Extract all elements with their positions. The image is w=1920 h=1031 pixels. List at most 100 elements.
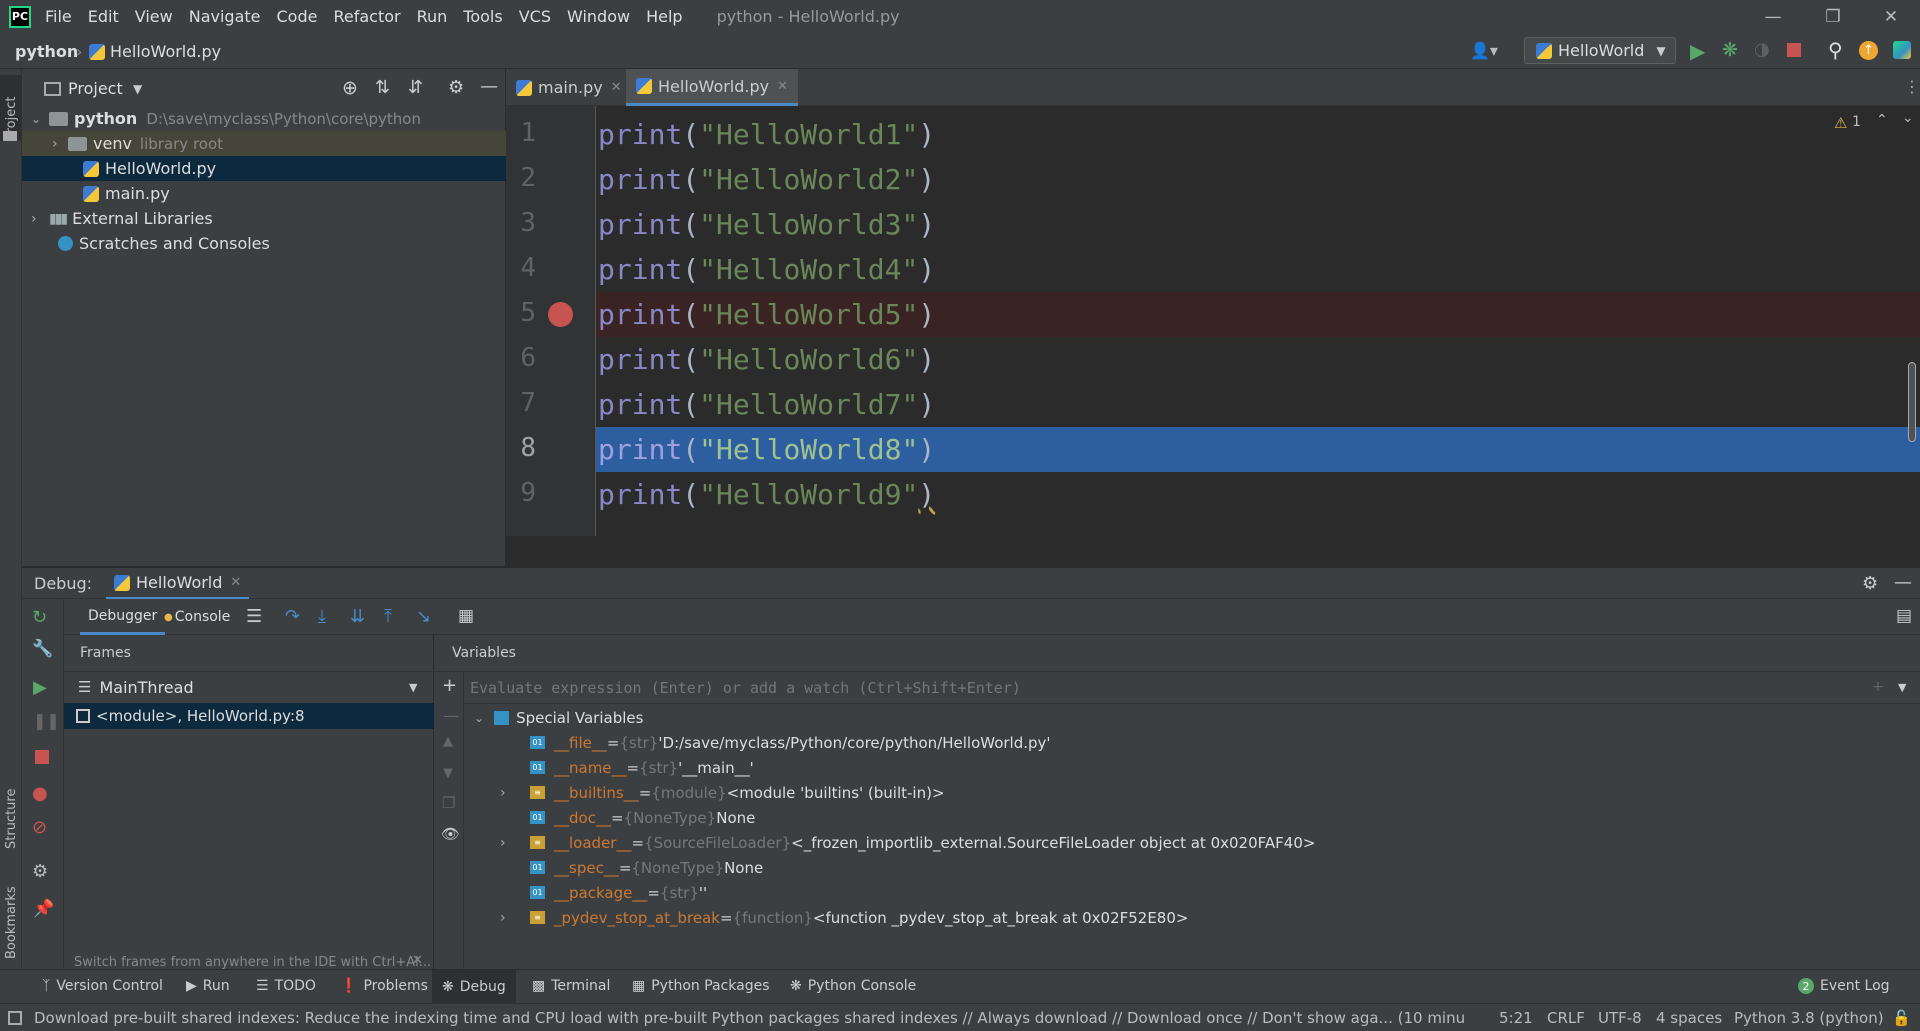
code-editor[interactable]: 123456789 print("HelloWorld1") print("Hel… xyxy=(506,106,1920,536)
menu-code[interactable]: Code xyxy=(277,7,318,26)
variable-row[interactable]: 01 __name__ = {str} '__main__' xyxy=(434,755,1920,780)
menu-refactor[interactable]: Refactor xyxy=(333,7,400,26)
editor-scrollbar[interactable] xyxy=(1908,116,1916,536)
line-number[interactable]: 2 xyxy=(506,163,536,193)
step-into-my-code-icon[interactable]: ⇊ xyxy=(350,606,365,627)
line-number[interactable]: 7 xyxy=(506,388,536,418)
code-line[interactable]: print("HelloWorld6") xyxy=(596,337,1920,382)
tree-row-venv[interactable]: › venv library root xyxy=(22,131,506,156)
hide-icon[interactable]: — xyxy=(1894,572,1912,593)
line-number[interactable]: 1 xyxy=(506,118,536,148)
resume-icon[interactable]: ▶ xyxy=(33,677,47,698)
chevron-right-icon[interactable]: › xyxy=(500,785,520,801)
tree-row-main[interactable]: main.py xyxy=(22,181,506,206)
close-icon[interactable]: ✕ xyxy=(611,80,622,95)
toolbox-icon[interactable] xyxy=(1893,41,1911,59)
variable-row[interactable]: › ≡ __loader__ = {SourceFileLoader} <_froz… xyxy=(434,830,1920,855)
close-window-icon[interactable]: ✕ xyxy=(1862,0,1920,33)
variable-row[interactable]: › ≡ __builtins__ = {module} <module 'built… xyxy=(434,780,1920,805)
chevron-right-icon[interactable]: › xyxy=(500,910,520,926)
coverage-icon[interactable]: ◑ xyxy=(1754,39,1770,60)
tab-helloworld-py[interactable]: HelloWorld.py ✕ xyxy=(626,69,799,106)
step-over-icon[interactable]: ↷ xyxy=(285,606,300,627)
tree-row-external-libraries[interactable]: › ▮▮▮ External Libraries xyxy=(22,206,506,231)
bookmarks-tool-button[interactable]: Bookmarks xyxy=(0,869,22,959)
menu-tools[interactable]: Tools xyxy=(463,7,502,26)
line-number[interactable]: 9 xyxy=(506,478,536,508)
file-encoding[interactable]: UTF-8 xyxy=(1598,1009,1642,1027)
menu-vcs[interactable]: VCS xyxy=(519,7,551,26)
code-line[interactable]: print("HelloWorld8") xyxy=(596,427,1920,472)
chevron-down-icon[interactable]: ▼ xyxy=(133,82,142,96)
variable-row[interactable]: 01 __doc__ = {NoneType} None xyxy=(434,805,1920,830)
step-out-icon[interactable]: ⤒ xyxy=(384,606,392,627)
tree-row-scratches[interactable]: Scratches and Consoles xyxy=(22,231,506,256)
close-icon[interactable]: ✕ xyxy=(412,953,423,968)
debug-bug-icon[interactable]: ❋ xyxy=(1722,39,1738,61)
add-watch-icon[interactable]: + xyxy=(442,675,457,696)
tw-python-packages[interactable]: ▦ Python Packages xyxy=(632,978,770,994)
line-separator[interactable]: CRLF xyxy=(1547,1009,1585,1027)
tw-problems[interactable]: ❗ Problems xyxy=(340,978,428,994)
code-line[interactable]: print("HelloWorld3") xyxy=(596,202,1920,247)
line-number[interactable]: 6 xyxy=(506,343,536,373)
debug-session-tab[interactable]: HelloWorld ✕ xyxy=(106,568,250,600)
menu-view[interactable]: View xyxy=(135,7,173,26)
tree-row-python[interactable]: ⌄ python D:\save\myclass\Python\core\pyt… xyxy=(22,106,506,131)
run-icon[interactable]: ▶ xyxy=(1690,39,1705,63)
project-panel-title[interactable]: Project xyxy=(68,79,123,98)
run-config-select[interactable]: HelloWorld ▼ xyxy=(1524,37,1676,64)
menu-edit[interactable]: Edit xyxy=(88,7,119,26)
menu-navigate[interactable]: Navigate xyxy=(189,7,261,26)
code-line[interactable]: print("HelloWorld7") xyxy=(596,382,1920,427)
show-execution-point-icon[interactable]: ☰ xyxy=(246,606,262,627)
variable-row[interactable]: 01 __file__ = {str} 'D:/save/myclass/Pyth… xyxy=(434,730,1920,755)
gear-icon[interactable]: ⚙ xyxy=(1862,573,1878,594)
line-number[interactable]: 3 xyxy=(506,208,536,238)
code-line[interactable]: print("HelloWorld9") xyxy=(596,472,1920,517)
search-icon[interactable]: ⚲ xyxy=(1828,38,1843,62)
variable-row[interactable]: › ≡ _pydev_stop_at_break = {function} <fun… xyxy=(434,905,1920,930)
prev-highlight-icon[interactable]: ⌃ xyxy=(1876,112,1888,128)
tw-version-control[interactable]: ᛉ Version Control xyxy=(42,978,163,994)
step-into-icon[interactable]: ⤓ xyxy=(318,606,326,627)
close-icon[interactable]: ✕ xyxy=(777,79,788,94)
status-message[interactable]: Download pre-built shared indexes: Reduc… xyxy=(34,1009,1464,1027)
variable-row[interactable]: 01 __package__ = {str} '' xyxy=(434,880,1920,905)
expand-all-icon[interactable]: ⇅ xyxy=(375,77,390,98)
breakpoint-icon[interactable] xyxy=(548,302,573,327)
close-icon[interactable]: ✕ xyxy=(230,575,241,590)
tw-python-console[interactable]: ❋ Python Console xyxy=(790,978,916,994)
add-user-icon[interactable]: 👤▾ xyxy=(1470,41,1498,60)
line-number[interactable]: 5 xyxy=(506,298,536,328)
pause-icon[interactable]: ❚❚ xyxy=(33,711,60,730)
code-line[interactable]: print("HelloWorld2") xyxy=(596,157,1920,202)
update-icon[interactable]: ↑ xyxy=(1859,41,1878,60)
rerun-icon[interactable]: ↻ xyxy=(32,607,47,628)
structure-tool-button[interactable]: Structure xyxy=(0,759,22,849)
more-icon[interactable]: ⋮ xyxy=(1904,77,1920,96)
python-interpreter[interactable]: Python 3.8 (python) xyxy=(1734,1009,1884,1027)
code-line[interactable]: print("HelloWorld4") xyxy=(596,247,1920,292)
indent-setting[interactable]: 4 spaces xyxy=(1656,1009,1722,1027)
breadcrumb-file[interactable]: HelloWorld.py xyxy=(110,42,221,61)
editor-gutter[interactable]: 1 2 3 4 5 6 7 8 9 xyxy=(506,106,596,536)
stop-icon[interactable] xyxy=(1787,43,1801,57)
locate-icon[interactable]: ⊕ xyxy=(342,77,358,99)
menu-run[interactable]: Run xyxy=(417,7,448,26)
line-number[interactable]: 8 xyxy=(506,433,536,463)
frame-row[interactable]: <module>, HelloWorld.py:8 xyxy=(64,703,434,729)
view-breakpoints-icon[interactable]: ● xyxy=(32,783,48,804)
layout-icon[interactable]: ▤ xyxy=(1896,606,1912,626)
chevron-down-icon[interactable]: ⌄ xyxy=(474,711,484,725)
special-variables-row[interactable]: ⌄ Special Variables xyxy=(434,705,1920,730)
tw-event-log[interactable]: 2 Event Log xyxy=(1798,978,1890,994)
menu-file[interactable]: File xyxy=(45,7,72,26)
scroll-thumb[interactable] xyxy=(1908,362,1916,442)
chevron-right-icon[interactable]: › xyxy=(31,211,45,227)
stop-icon[interactable] xyxy=(35,750,49,764)
lock-icon[interactable]: 🔓 xyxy=(1892,1009,1911,1027)
status-toggle-icon[interactable] xyxy=(8,1011,22,1025)
line-number[interactable]: 4 xyxy=(506,253,536,283)
tw-run[interactable]: ▶ Run xyxy=(186,978,230,994)
